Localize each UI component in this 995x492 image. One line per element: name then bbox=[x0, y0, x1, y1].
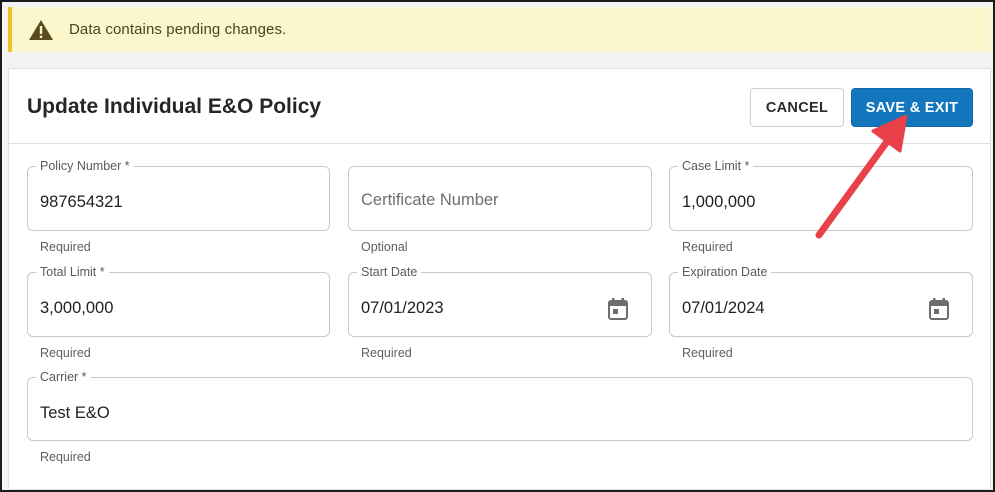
save-and-exit-button[interactable]: SAVE & EXIT bbox=[851, 88, 973, 127]
expiration-date-field[interactable]: Expiration Date 07/01/2024 bbox=[669, 265, 973, 337]
policy-form-card: Update Individual E&O Policy CANCEL SAVE… bbox=[8, 68, 991, 490]
policy-number-field[interactable]: Policy Number * 987654321 bbox=[27, 159, 330, 231]
start-date-field[interactable]: Start Date 07/01/2023 bbox=[348, 265, 652, 337]
start-date-value: 07/01/2023 bbox=[361, 299, 444, 317]
policy-number-helper: Required bbox=[40, 240, 91, 254]
total-limit-helper: Required bbox=[40, 346, 91, 360]
carrier-label: Carrier * bbox=[36, 370, 91, 384]
calendar-icon[interactable] bbox=[607, 297, 629, 321]
policy-number-label: Policy Number * bbox=[36, 159, 134, 173]
warning-triangle-icon bbox=[28, 19, 54, 41]
calendar-icon[interactable] bbox=[928, 297, 950, 321]
certificate-number-field[interactable]: Certificate Number bbox=[348, 166, 652, 231]
total-limit-field[interactable]: Total Limit * 3,000,000 bbox=[27, 265, 330, 337]
start-date-label: Start Date bbox=[357, 265, 422, 279]
carrier-field[interactable]: Carrier * Test E&O bbox=[27, 370, 973, 441]
total-limit-label: Total Limit * bbox=[36, 265, 109, 279]
certificate-number-placeholder: Certificate Number bbox=[361, 191, 499, 209]
cancel-button[interactable]: CANCEL bbox=[750, 88, 844, 127]
expiration-date-helper: Required bbox=[682, 346, 733, 360]
screenshot-frame: Data contains pending changes. Update In… bbox=[0, 0, 995, 492]
total-limit-value: 3,000,000 bbox=[40, 299, 114, 317]
case-limit-value: 1,000,000 bbox=[682, 193, 756, 211]
certificate-number-helper: Optional bbox=[361, 240, 408, 254]
case-limit-label: Case Limit * bbox=[678, 159, 754, 173]
carrier-helper: Required bbox=[40, 450, 91, 464]
expiration-date-value: 07/01/2024 bbox=[682, 299, 765, 317]
case-limit-field[interactable]: Case Limit * 1,000,000 bbox=[669, 159, 973, 231]
banner-message: Data contains pending changes. bbox=[69, 21, 287, 38]
form-header: Update Individual E&O Policy CANCEL SAVE… bbox=[9, 69, 990, 144]
pending-changes-banner: Data contains pending changes. bbox=[8, 7, 991, 52]
start-date-helper: Required bbox=[361, 346, 412, 360]
case-limit-helper: Required bbox=[682, 240, 733, 254]
page-title: Update Individual E&O Policy bbox=[27, 95, 322, 118]
carrier-value: Test E&O bbox=[40, 404, 110, 422]
policy-number-value: 987654321 bbox=[40, 193, 123, 211]
expiration-date-label: Expiration Date bbox=[678, 265, 772, 279]
